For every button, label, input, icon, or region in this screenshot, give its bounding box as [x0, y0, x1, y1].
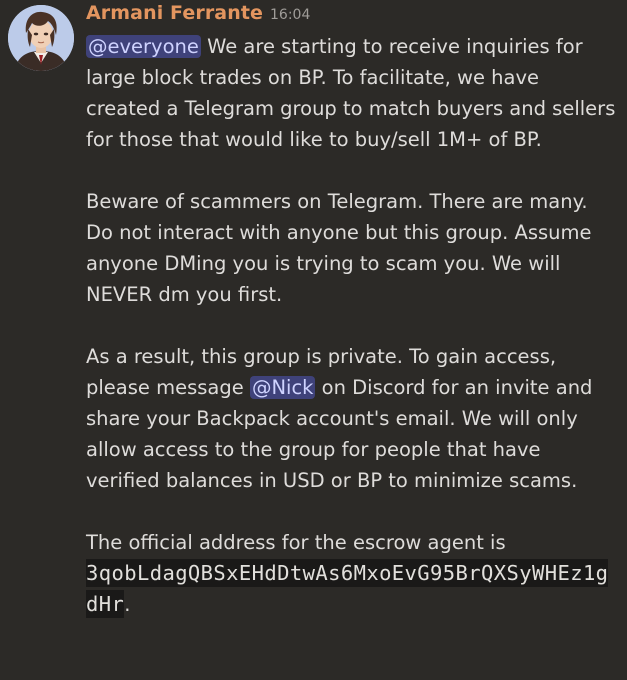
- paragraph-text: The official address for the escrow agen…: [86, 531, 506, 554]
- message-paragraph: The official address for the escrow agen…: [86, 527, 616, 620]
- escrow-address-code[interactable]: 3qobLdagQBSxEHdDtwAs6MxoEvG95BrQXSyWHEz1…: [86, 559, 609, 618]
- paragraph-text: .: [124, 593, 131, 616]
- mention-user[interactable]: @Nick: [249, 376, 316, 399]
- message-paragraph: As a result, this group is private. To g…: [86, 341, 616, 496]
- avatar-portrait-icon: [8, 5, 74, 71]
- message-header: Armani Ferrante 16:04: [86, 2, 310, 32]
- avatar[interactable]: [8, 5, 74, 71]
- chat-message: Armani Ferrante 16:04 @everyone We are st…: [0, 0, 627, 680]
- message-paragraph: Beware of scammers on Telegram. There ar…: [86, 186, 616, 310]
- author-name[interactable]: Armani Ferrante: [86, 2, 263, 24]
- message-timestamp[interactable]: 16:04: [270, 7, 310, 23]
- mention-everyone[interactable]: @everyone: [86, 35, 201, 58]
- message-content: @everyone We are starting to receive inq…: [86, 31, 616, 620]
- paragraph-text: Beware of scammers on Telegram. There ar…: [86, 190, 592, 306]
- message-paragraph: @everyone We are starting to receive inq…: [86, 31, 616, 155]
